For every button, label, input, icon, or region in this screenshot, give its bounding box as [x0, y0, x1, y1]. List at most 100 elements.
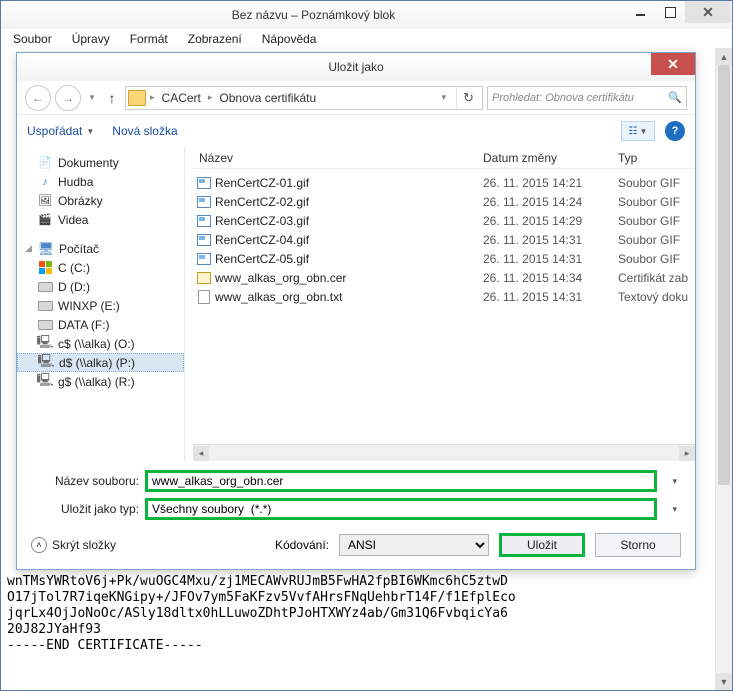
menubar: Soubor Úpravy Formát Zobrazení Nápověda	[1, 29, 732, 49]
view-options-button[interactable]: ☷ ▼	[621, 121, 655, 141]
column-date[interactable]: Datum změny	[483, 147, 618, 168]
network-drive-icon: 🖳	[38, 356, 54, 370]
refresh-button[interactable]: ↻	[456, 86, 480, 110]
tree-music[interactable]: ♪Hudba	[17, 172, 184, 191]
drive-icon	[38, 282, 53, 292]
tree-network-g[interactable]: 🖳g$ (\\alka) (R:)	[17, 372, 184, 391]
back-button[interactable]: ←	[25, 85, 51, 111]
new-folder-label: Nová složka	[112, 124, 177, 138]
expand-icon[interactable]: ◢	[25, 243, 33, 254]
file-row[interactable]: www_alkas_org_obn.txt26. 11. 2015 14:31T…	[193, 287, 695, 306]
file-date: 26. 11. 2015 14:31	[483, 290, 618, 304]
close-button[interactable]	[685, 1, 731, 23]
collapse-icon: ˄	[31, 537, 47, 553]
filetype-label: Uložit jako typ:	[31, 502, 139, 516]
search-placeholder: Prohledat: Obnova certifikátu	[492, 92, 634, 104]
save-dialog: Uložit jako ✕ ← → ▾ ↑ ▸ CACert ▸ Obnova …	[16, 52, 696, 570]
breadcrumb-item[interactable]: Obnova certifikátu	[216, 89, 319, 107]
view-icon: ☷	[629, 126, 638, 137]
tree-drive-winxp[interactable]: WINXP (E:)	[17, 296, 184, 315]
file-type: Soubor GIF	[618, 195, 695, 209]
file-type: Soubor GIF	[618, 233, 695, 247]
notepad-titlebar: Bez názvu – Poznámkový blok	[1, 1, 732, 29]
dialog-title: Uložit jako	[17, 60, 695, 74]
menu-help[interactable]: Nápověda	[258, 31, 321, 47]
hide-folders-toggle[interactable]: ˄ Skrýt složky	[31, 537, 116, 553]
filename-dropdown[interactable]: ▾	[663, 470, 681, 492]
tree-network-d[interactable]: 🖳d$ (\\alka) (P:)	[17, 353, 184, 372]
notepad-title: Bez názvu – Poznámkový blok	[2, 8, 625, 22]
notepad-scrollbar[interactable]: ▲ ▼	[715, 48, 732, 690]
chevron-down-icon[interactable]: ▾	[437, 92, 450, 103]
scroll-thumb[interactable]	[718, 65, 730, 485]
organize-menu[interactable]: Uspořádat ▼	[27, 124, 94, 138]
minimize-button[interactable]	[625, 1, 655, 23]
folder-icon	[128, 90, 146, 106]
menu-edit[interactable]: Úpravy	[68, 31, 114, 47]
organize-label: Uspořádat	[27, 124, 82, 138]
tree-network-c[interactable]: 🖳c$ (\\alka) (O:)	[17, 334, 184, 353]
tree-drive-d[interactable]: D (D:)	[17, 277, 184, 296]
up-button[interactable]: ↑	[103, 89, 121, 107]
dialog-close-button[interactable]: ✕	[651, 53, 695, 75]
folder-tree[interactable]: 📄Dokumenty ♪Hudba 🖼Obrázky 🎬Videa ◢🖥Počí…	[17, 147, 185, 461]
tree-drive-data[interactable]: DATA (F:)	[17, 315, 184, 334]
notepad-text-area[interactable]: wnTMsYWRtoV6j+Pk/wuOGC4Mxu/zj1MECAWvRUJm…	[1, 574, 715, 654]
tree-documents[interactable]: 📄Dokumenty	[17, 153, 184, 172]
file-name: www_alkas_org_obn.txt	[215, 290, 483, 304]
file-name: www_alkas_org_obn.cer	[215, 271, 483, 285]
horizontal-scrollbar[interactable]: ◂ ▸	[193, 444, 695, 461]
scroll-left-icon[interactable]: ◂	[193, 446, 209, 461]
file-name: RenCertCZ-01.gif	[215, 176, 483, 190]
menu-format[interactable]: Formát	[126, 31, 172, 47]
file-row[interactable]: RenCertCZ-05.gif26. 11. 2015 14:31Soubor…	[193, 249, 695, 268]
dialog-titlebar: Uložit jako ✕	[17, 53, 695, 81]
breadcrumb[interactable]: ▸ CACert ▸ Obnova certifikátu ▾ ↻	[125, 86, 483, 110]
file-row[interactable]: RenCertCZ-01.gif26. 11. 2015 14:21Soubor…	[193, 173, 695, 192]
filename-input[interactable]	[148, 473, 654, 489]
file-type: Soubor GIF	[618, 214, 695, 228]
forward-button[interactable]: →	[55, 85, 81, 111]
column-name[interactable]: Název	[193, 147, 483, 168]
encoding-select[interactable]: ANSI	[339, 534, 489, 556]
file-icon	[198, 290, 210, 304]
filetype-dropdown[interactable]: ▾	[663, 498, 681, 520]
file-date: 26. 11. 2015 14:24	[483, 195, 618, 209]
windows-icon	[37, 261, 53, 275]
breadcrumb-item[interactable]: CACert	[159, 89, 204, 107]
computer-icon: 🖥	[38, 242, 54, 256]
cancel-button[interactable]: Storno	[595, 533, 681, 557]
scroll-right-icon[interactable]: ▸	[679, 446, 695, 461]
scroll-up-icon[interactable]: ▲	[716, 48, 732, 65]
file-list[interactable]: RenCertCZ-01.gif26. 11. 2015 14:21Soubor…	[193, 169, 695, 444]
history-dropdown[interactable]: ▾	[85, 92, 99, 103]
file-row[interactable]: RenCertCZ-02.gif26. 11. 2015 14:24Soubor…	[193, 192, 695, 211]
scroll-down-icon[interactable]: ▼	[716, 673, 732, 690]
save-button[interactable]: Uložit	[499, 533, 585, 557]
file-row[interactable]: RenCertCZ-03.gif26. 11. 2015 14:29Soubor…	[193, 211, 695, 230]
file-date: 26. 11. 2015 14:31	[483, 252, 618, 266]
search-icon: 🔍	[668, 91, 682, 104]
encoding-label: Kódování:	[275, 538, 329, 552]
menu-file[interactable]: Soubor	[9, 31, 56, 47]
file-row[interactable]: www_alkas_org_obn.cer26. 11. 2015 14:34C…	[193, 268, 695, 287]
pictures-icon: 🖼	[37, 194, 53, 208]
tree-pictures[interactable]: 🖼Obrázky	[17, 191, 184, 210]
filename-label: Název souboru:	[31, 474, 139, 488]
tree-computer[interactable]: ◢🖥Počítač	[17, 239, 184, 258]
hide-folders-label: Skrýt složky	[52, 538, 116, 552]
file-name: RenCertCZ-04.gif	[215, 233, 483, 247]
new-folder-button[interactable]: Nová složka	[112, 124, 177, 138]
help-button[interactable]: ?	[665, 121, 685, 141]
file-row[interactable]: RenCertCZ-04.gif26. 11. 2015 14:31Soubor…	[193, 230, 695, 249]
filetype-select[interactable]	[148, 501, 654, 517]
file-icon	[197, 196, 211, 208]
menu-view[interactable]: Zobrazení	[184, 31, 246, 47]
column-type[interactable]: Typ	[618, 147, 695, 168]
maximize-button[interactable]	[655, 1, 685, 23]
column-headers[interactable]: Název Datum změny Typ	[193, 147, 695, 169]
drive-icon	[38, 301, 53, 311]
tree-videos[interactable]: 🎬Videa	[17, 210, 184, 229]
tree-drive-c[interactable]: C (C:)	[17, 258, 184, 277]
search-input[interactable]: Prohledat: Obnova certifikátu 🔍	[487, 86, 687, 110]
